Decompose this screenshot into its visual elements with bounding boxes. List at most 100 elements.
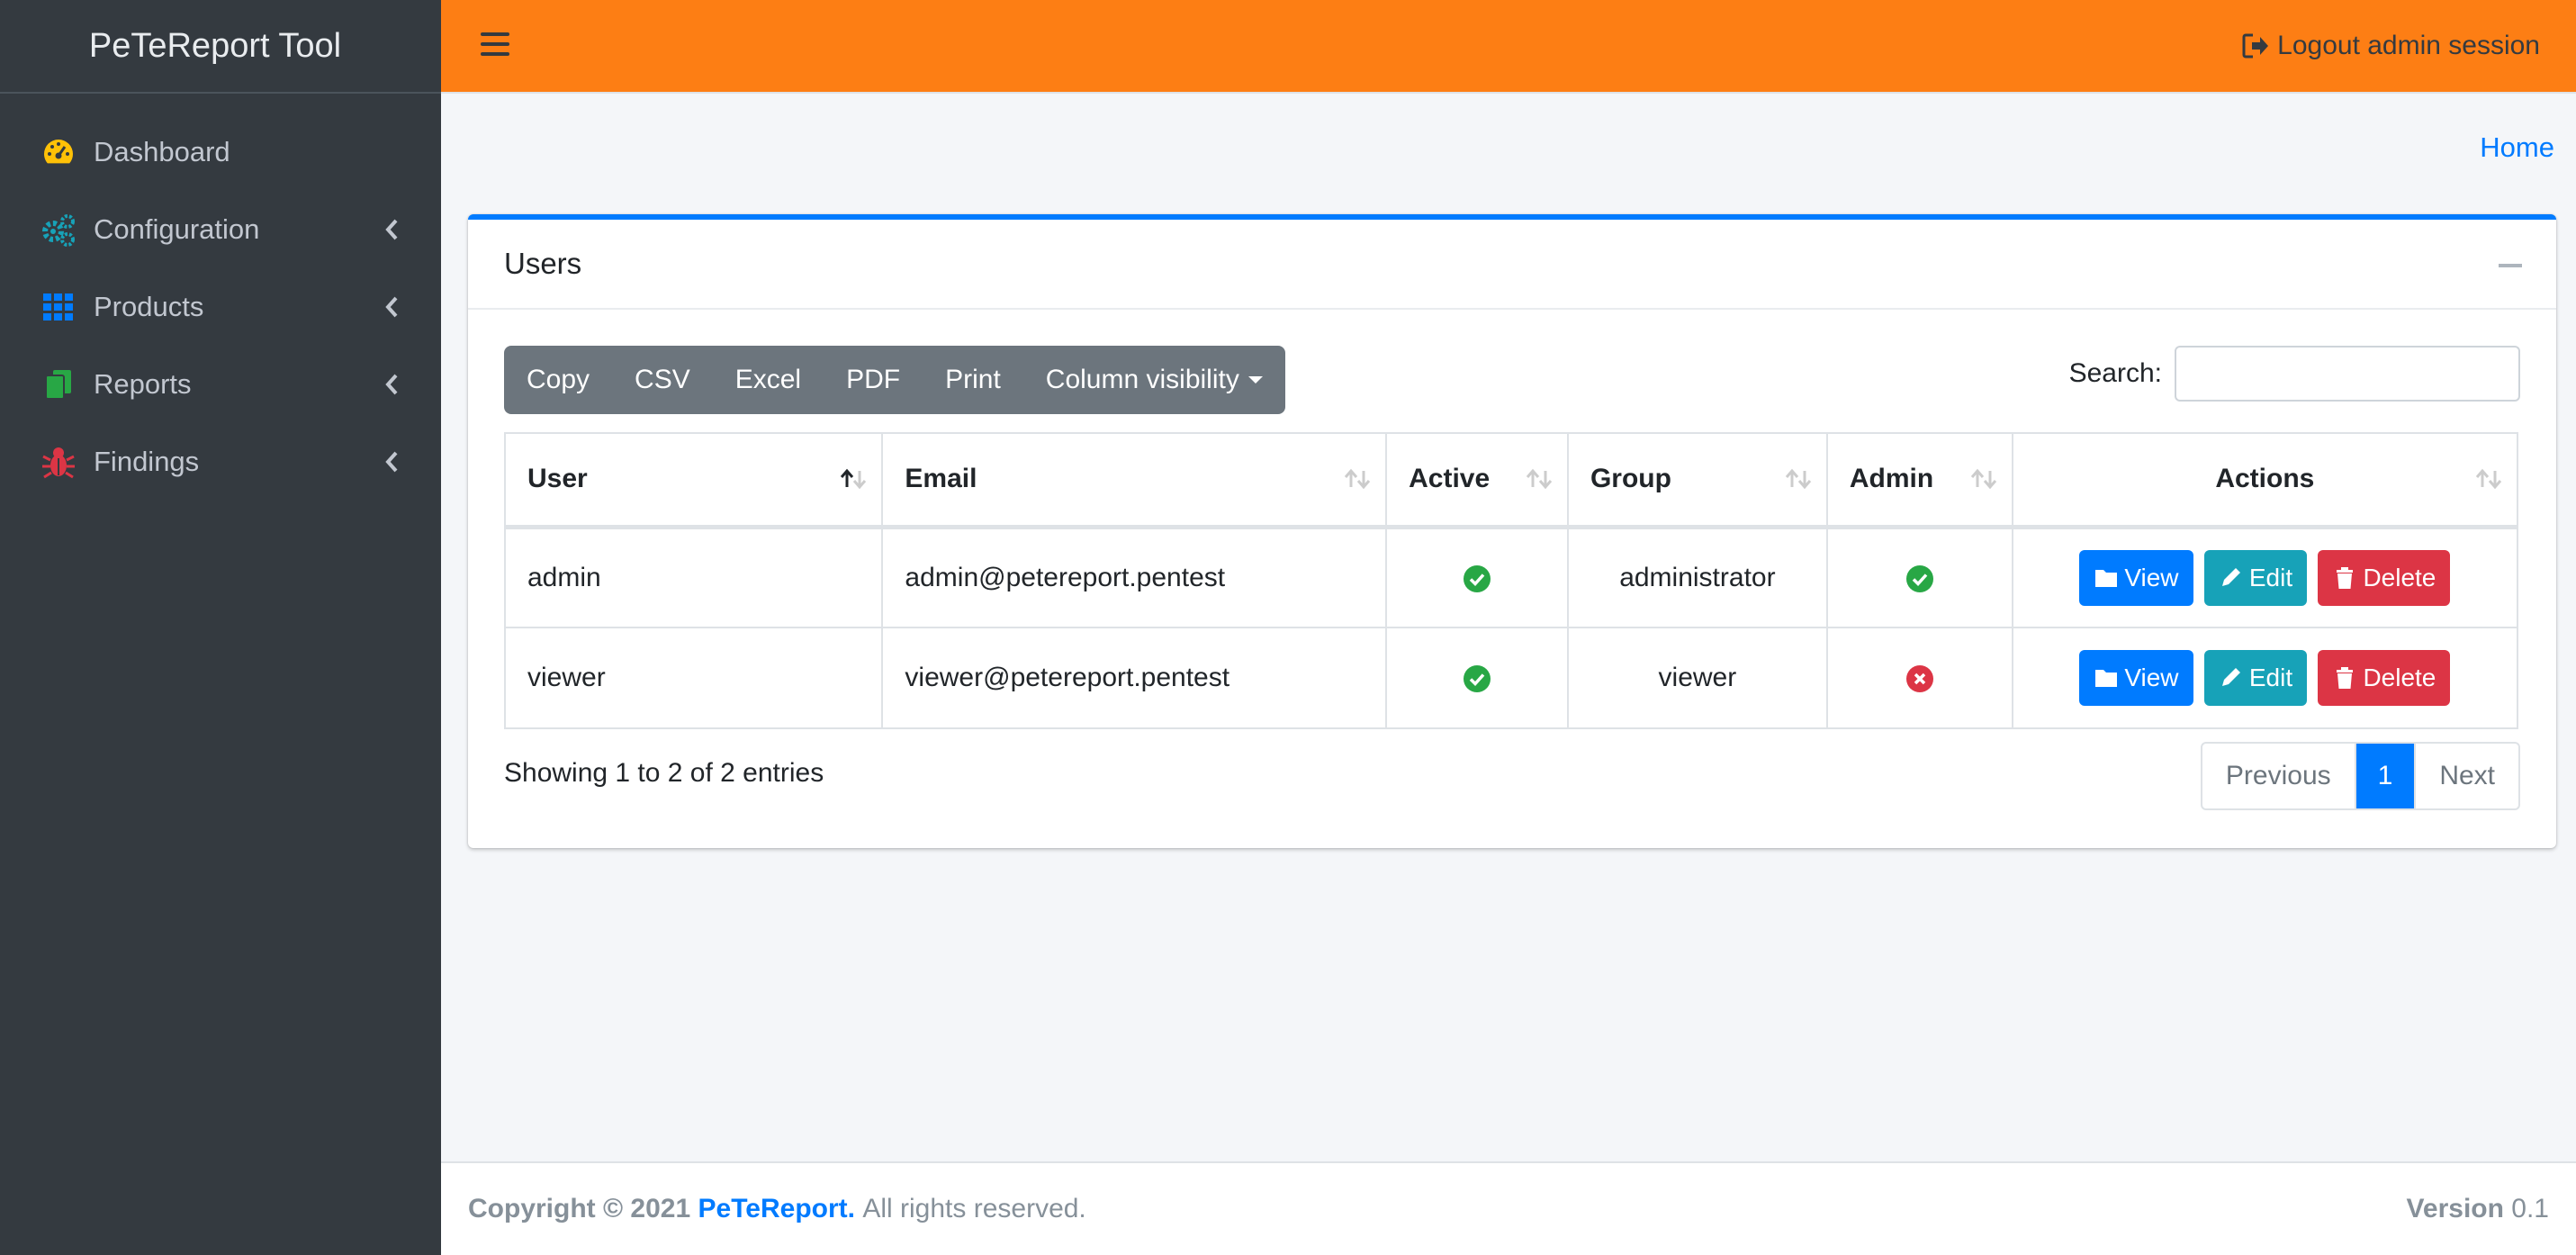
print-button[interactable]: Print — [923, 346, 1023, 414]
copyright-text: Copyright © 2021 — [468, 1194, 691, 1223]
version-info: Version 0.1 — [2407, 1194, 2549, 1224]
cell-actions: View Edit Delete — [2011, 526, 2519, 628]
sidebar-item-label: Products — [94, 291, 204, 322]
column-visibility-label: Column visibility — [1045, 365, 1239, 394]
sidebar-item-label: Findings — [94, 446, 200, 477]
users-table: User Email Active Group Admin Actions ad… — [503, 432, 2519, 729]
sidebar-item-label: Configuration — [94, 213, 260, 245]
sort-icon — [1785, 468, 1811, 490]
sort-icon — [1344, 468, 1371, 490]
cell-email: admin@petereport.pentest — [881, 526, 1388, 628]
sidebar-nav: Dashboard Configuration Products Reports — [0, 94, 441, 501]
grid-icon — [40, 288, 77, 326]
folder-icon — [2095, 569, 2118, 587]
sidebar-item-label: Dashboard — [94, 136, 230, 167]
sort-asc-icon — [841, 468, 867, 490]
sort-icon — [1526, 468, 1553, 490]
brand-title[interactable]: PeTeReport Tool — [0, 0, 441, 94]
view-button[interactable]: View — [2079, 650, 2193, 706]
sidebar-item-products[interactable]: Products — [0, 268, 441, 346]
sidebar-item-configuration[interactable]: Configuration — [0, 191, 441, 268]
edit-button[interactable]: Edit — [2203, 650, 2308, 706]
version-value: 0.1 — [2511, 1194, 2549, 1223]
column-header-group[interactable]: Group — [1566, 432, 1828, 529]
view-button[interactable]: View — [2079, 549, 2193, 606]
logout-link[interactable]: Logout admin session — [2241, 31, 2540, 61]
sidebar-item-dashboard[interactable]: Dashboard — [0, 113, 441, 191]
footer: Copyright © 2021 PeTeReport. All rights … — [441, 1161, 2576, 1255]
cell-actions: View Edit Delete — [2011, 627, 2519, 729]
cell-group: viewer — [1566, 627, 1828, 729]
logout-label: Logout admin session — [2277, 31, 2540, 60]
bug-icon — [40, 443, 77, 481]
check-circle-icon — [1463, 664, 1491, 693]
column-header-user[interactable]: User — [503, 432, 884, 529]
page-1-button[interactable]: 1 — [2355, 744, 2417, 808]
column-visibility-button[interactable]: Column visibility — [1023, 346, 1285, 414]
collapse-card-button[interactable] — [2499, 264, 2522, 267]
delete-button[interactable]: Delete — [2318, 650, 2451, 706]
footer-brand-link[interactable]: PeTeReport. — [698, 1194, 855, 1224]
sign-out-icon — [2242, 33, 2269, 59]
sidebar-item-findings[interactable]: Findings — [0, 423, 441, 501]
table-row: viewer viewer@petereport.pentest viewer … — [503, 627, 2519, 729]
menu-toggle-icon[interactable] — [481, 32, 509, 59]
folder-icon — [2095, 670, 2118, 687]
cell-user: admin — [503, 526, 884, 628]
breadcrumb-home[interactable]: Home — [2480, 131, 2554, 164]
version-label: Version — [2406, 1194, 2504, 1223]
times-circle-icon — [1905, 664, 1934, 693]
cell-email: viewer@petereport.pentest — [881, 627, 1388, 729]
table-header-row: User Email Active Group Admin Actions — [503, 432, 2519, 529]
sidebar: PeTeReport Tool Dashboard Configuration … — [0, 0, 441, 1255]
pdf-button[interactable]: PDF — [824, 346, 923, 414]
pencil-icon — [2221, 668, 2240, 686]
sort-icon — [1970, 468, 1996, 490]
check-circle-icon — [1905, 564, 1934, 593]
trash-icon — [2337, 667, 2354, 689]
cell-active — [1385, 627, 1569, 729]
cell-admin — [1825, 627, 2013, 729]
users-card: Users Copy CSV Excel PDF Print Column vi… — [468, 214, 2556, 848]
previous-page-button[interactable]: Previous — [2202, 744, 2356, 808]
delete-button[interactable]: Delete — [2318, 549, 2451, 606]
check-circle-icon — [1463, 564, 1491, 593]
column-header-actions[interactable]: Actions — [2011, 432, 2519, 529]
card-title: Users — [504, 247, 582, 280]
top-navbar: Logout admin session — [441, 0, 2576, 94]
next-page-button[interactable]: Next — [2416, 744, 2518, 808]
search-input[interactable] — [2175, 346, 2520, 402]
card-header: Users — [468, 220, 2556, 310]
chevron-left-icon — [385, 219, 398, 240]
pencil-icon — [2221, 567, 2240, 586]
csv-button[interactable]: CSV — [612, 346, 713, 414]
column-header-email[interactable]: Email — [881, 432, 1388, 529]
sidebar-item-reports[interactable]: Reports — [0, 346, 441, 423]
cogs-icon — [40, 211, 77, 248]
caret-down-icon — [1247, 376, 1263, 384]
excel-button[interactable]: Excel — [713, 346, 824, 414]
tachometer-icon — [40, 133, 77, 171]
rights-text: All rights reserved. — [862, 1194, 1086, 1223]
cell-active — [1385, 526, 1569, 628]
chevron-left-icon — [385, 451, 398, 473]
cell-admin — [1825, 526, 2013, 628]
table-row: admin admin@petereport.pentest administr… — [503, 526, 2519, 628]
trash-icon — [2337, 566, 2354, 589]
export-toolbar: Copy CSV Excel PDF Print Column visibili… — [504, 346, 1285, 414]
sidebar-item-label: Reports — [94, 368, 192, 400]
search-label: Search: — [2068, 358, 2162, 388]
pagination: Previous 1 Next — [2200, 742, 2520, 810]
column-header-active[interactable]: Active — [1385, 432, 1569, 529]
table-info: Showing 1 to 2 of 2 entries — [504, 758, 824, 788]
column-header-admin[interactable]: Admin — [1825, 432, 2013, 529]
copy-button[interactable]: Copy — [504, 346, 612, 414]
sort-icon — [2475, 468, 2502, 490]
cell-user: viewer — [503, 627, 884, 729]
edit-button[interactable]: Edit — [2203, 549, 2308, 606]
cell-group: administrator — [1566, 526, 1828, 628]
chevron-left-icon — [385, 296, 398, 318]
search-box: Search: — [2069, 346, 2520, 402]
copy-icon — [40, 366, 77, 403]
chevron-left-icon — [385, 374, 398, 395]
